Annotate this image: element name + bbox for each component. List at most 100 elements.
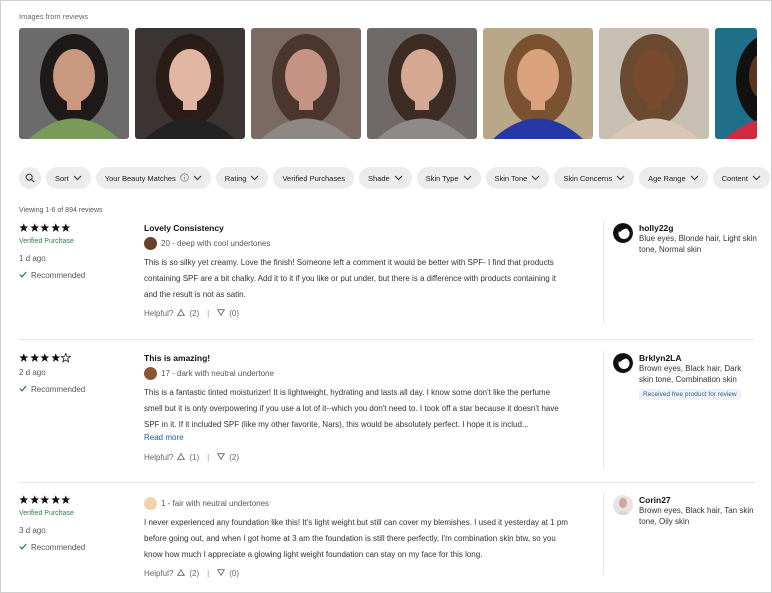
review-photo-4[interactable] — [367, 28, 477, 139]
helpful-yes-count: (1) — [189, 453, 200, 462]
recommended-label: Recommended — [19, 543, 85, 552]
review-date: 3 d ago — [19, 526, 46, 535]
recommended-text: Recommended — [31, 543, 86, 552]
reviewer-attributes: Brown eyes, Black hair, Dark skin tone, … — [639, 364, 742, 384]
free-product-badge: Received free product for review — [639, 389, 741, 400]
thumbs-up-button[interactable] — [177, 568, 186, 578]
reviewer-attributes: Brown eyes, Black hair, Tan skin tone, O… — [639, 506, 754, 526]
star-filled-icon — [61, 495, 71, 507]
thumbs-up-button[interactable] — [177, 308, 186, 318]
star-filled-icon — [50, 495, 61, 507]
search-icon — [25, 173, 35, 183]
star-filled-icon — [40, 223, 50, 235]
star-filled-icon — [40, 353, 50, 365]
column-divider — [603, 493, 604, 575]
shade-info: 20 - deep with cool undertones — [144, 237, 270, 250]
shade-text: 1 - fair with neutral undertones — [161, 499, 270, 508]
filter-your-beauty-matches[interactable]: Your Beauty Matches — [95, 167, 211, 189]
verified-purchase-label: Verified Purchase — [19, 510, 74, 517]
review-photo-2[interactable] — [135, 28, 245, 139]
thumbs-down-button[interactable] — [217, 453, 226, 462]
review-photo-1[interactable] — [19, 28, 129, 139]
star-filled-icon — [19, 223, 29, 235]
triangle-down-icon — [217, 309, 226, 317]
thumbs-down-button[interactable] — [217, 569, 226, 578]
filter-shade[interactable]: Shade — [359, 167, 412, 189]
shade-swatch — [144, 237, 157, 250]
helpful-separator: | — [207, 309, 210, 318]
filter-label: Sort — [55, 173, 69, 183]
helpful-label: Helpful? — [144, 309, 174, 318]
triangle-up-icon — [177, 308, 186, 316]
review-date: 1 d ago — [19, 254, 46, 263]
star-filled-icon — [19, 353, 29, 365]
star-filled-icon — [29, 353, 40, 365]
shade-swatch — [144, 497, 157, 510]
filter-rating[interactable]: Rating — [215, 167, 269, 189]
star-filled-icon — [50, 223, 61, 235]
reviewer-name[interactable]: Corin27 — [639, 495, 671, 505]
star-rating — [19, 495, 71, 507]
reviewer-name[interactable]: holly22g — [639, 223, 673, 233]
chevron-down-icon — [531, 174, 540, 183]
thumbs-up-button[interactable] — [177, 452, 186, 462]
info-icon — [180, 172, 189, 184]
filter-skin-concerns[interactable]: Skin Concerns — [554, 167, 635, 189]
review-photo-6[interactable] — [599, 28, 709, 139]
filter-label: Content — [721, 173, 748, 183]
avatar[interactable] — [613, 223, 633, 243]
filter-label: Skin Concerns — [563, 173, 613, 183]
review-title: Lovely Consistency — [144, 223, 224, 233]
avatar[interactable] — [613, 353, 633, 373]
filter-label: Age Range — [648, 173, 686, 183]
read-more-link[interactable]: Read more — [144, 433, 184, 442]
helpful-no-count: (0) — [229, 309, 239, 318]
review-body: This is so silky yet creamy. Love the fi… — [144, 258, 556, 299]
shade-swatch — [144, 367, 157, 380]
helpful-votes: Helpful? (2) | (0) — [144, 568, 239, 578]
chevron-down-icon — [250, 174, 259, 183]
review-photo-7[interactable] — [715, 28, 757, 139]
filter-content[interactable]: Content — [712, 167, 770, 189]
filter-verified-purchases[interactable]: Verified Purchases — [273, 167, 355, 189]
filter-bar: Sort Your Beauty Matches Rating Verified Pu… — [19, 167, 770, 189]
review-item: Verified Purchase 3 d ago Recommended 1 - f… — [19, 495, 755, 578]
chevron-down-icon — [752, 174, 761, 183]
check-icon — [19, 543, 27, 552]
recommended-text: Recommended — [31, 271, 86, 280]
filter-label: Rating — [224, 173, 247, 183]
triangle-down-icon — [217, 569, 226, 577]
filter-sort[interactable]: Sort — [46, 167, 91, 189]
chevron-down-icon — [690, 174, 699, 183]
triangle-up-icon — [177, 452, 186, 460]
review-photo-5[interactable] — [483, 28, 593, 139]
review-photo-3[interactable] — [251, 28, 361, 139]
helpful-separator: | — [207, 453, 210, 462]
filter-skin-tone[interactable]: Skin Tone — [485, 167, 550, 189]
chevron-down-icon — [616, 174, 625, 183]
review-item: Verified Purchase 1 d ago Recommended Lovel… — [19, 223, 757, 323]
filter-skin-type[interactable]: Skin Type — [416, 167, 481, 189]
avatar[interactable] — [613, 495, 633, 515]
reviewer-attributes: Blue eyes, Blonde hair, Light skin tone,… — [639, 234, 757, 254]
review-body: This is a fantastic tinted moisturizer! … — [144, 388, 559, 429]
filter-age-range[interactable]: Age Range — [639, 167, 708, 189]
star-filled-icon — [61, 223, 71, 235]
images-section-title: Images from reviews — [19, 12, 89, 21]
column-divider — [603, 221, 604, 323]
viewing-count: Viewing 1-6 of 894 reviews — [19, 207, 103, 214]
star-filled-icon — [29, 495, 40, 507]
reviewer-name[interactable]: Brklyn2LA — [639, 353, 682, 363]
filter-label: Skin Type — [425, 173, 459, 183]
helpful-separator: | — [207, 569, 210, 578]
search-button[interactable] — [19, 167, 41, 189]
triangle-down-icon — [217, 453, 226, 461]
triangle-up-icon — [177, 568, 186, 576]
thumbs-down-button[interactable] — [217, 309, 226, 318]
chevron-down-icon — [193, 174, 202, 183]
helpful-yes-count: (2) — [189, 569, 200, 578]
column-divider — [603, 351, 604, 469]
recommended-text: Recommended — [31, 385, 86, 394]
check-icon — [19, 271, 27, 280]
review-divider — [19, 339, 755, 340]
